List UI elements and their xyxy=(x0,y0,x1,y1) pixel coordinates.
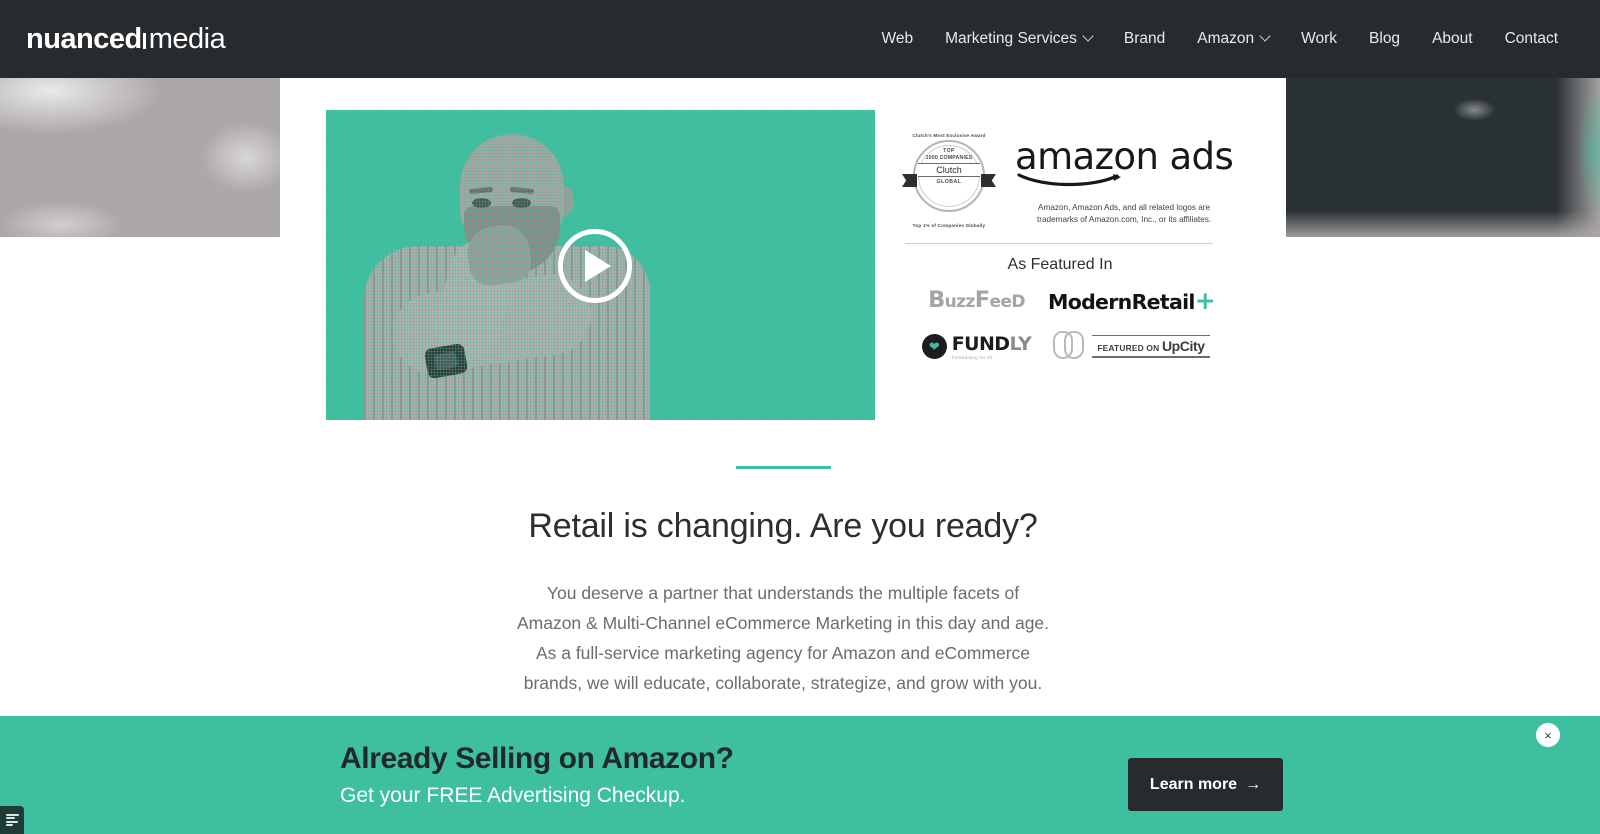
site-logo[interactable]: nuanced media xyxy=(26,22,226,56)
clutch-scope-label: GLOBAL xyxy=(936,179,962,185)
fundly-ly: LY xyxy=(1009,332,1032,355)
intro-line-1: You deserve a partner that understands t… xyxy=(546,583,1020,603)
buzzfeed-ee: ee xyxy=(989,292,1012,313)
clutch-inner-content: TOP 1000 COMPANIES Clutch GLOBAL xyxy=(918,148,980,185)
buzzfeed-logo[interactable]: BuzzFeeD xyxy=(928,287,1025,313)
decorative-left-image xyxy=(0,78,280,237)
promo-banner-title: Already Selling on Amazon? xyxy=(340,742,734,775)
arrow-right-icon: → xyxy=(1245,775,1262,793)
nav-item-brand[interactable]: Brand xyxy=(1108,24,1181,54)
chevron-down-icon xyxy=(1259,30,1271,42)
nav-label-amazon: Amazon xyxy=(1197,30,1255,47)
a11y-bar-2 xyxy=(5,817,15,820)
upcity-prefix: FEATURED ON xyxy=(1097,343,1160,354)
nav-label-brand: Brand xyxy=(1123,30,1166,47)
accessibility-menu-icon xyxy=(5,812,19,828)
clutch-brand-label: Clutch xyxy=(918,163,980,177)
page-root: nuanced media Web Marketing Services Bra… xyxy=(0,0,1600,834)
nav-item-work[interactable]: Work xyxy=(1285,24,1353,54)
modernretail-text: ModernRetail xyxy=(1048,289,1195,314)
clutch-ribbon-left-icon xyxy=(902,174,917,187)
clutch-arc-bottom-text: Top 1% of Companies Globally xyxy=(912,223,986,228)
nav-item-about[interactable]: About xyxy=(1416,24,1489,54)
intro-accent-rule xyxy=(735,466,831,469)
fundly-tagline: Fundraising for All xyxy=(951,354,993,360)
fundly-heart-icon: ❤ xyxy=(921,333,947,359)
buzzfeed-uzz: uzz xyxy=(944,292,976,313)
decorative-right-image xyxy=(1286,78,1600,237)
featured-logo-grid: BuzzFeeD ModernRetail+ ❤ FUNDLY Fundrais… xyxy=(905,285,1216,362)
clutch-arc-top-text: Clutch's Most Exclusive Award xyxy=(912,133,986,138)
amazon-legal-text: Amazon, Amazon Ads, and all related logo… xyxy=(1015,202,1233,227)
nav-label-contact: Contact xyxy=(1504,30,1558,47)
intro-line-4: brands, we will educate, collaborate, st… xyxy=(523,673,1043,694)
close-banner-button[interactable]: × xyxy=(1536,723,1560,747)
fundly-fund: FUND xyxy=(951,332,1010,355)
clutch-award-badge[interactable]: Clutch's Most Exclusive Award TOP 1000 C… xyxy=(902,133,996,228)
fundly-wordmark: FUNDLY Fundraising for All xyxy=(951,332,1032,360)
nav-label-work: Work xyxy=(1301,30,1338,47)
featured-in-heading: As Featured In xyxy=(1007,255,1113,273)
nav-label-marketing-services: Marketing Services xyxy=(945,30,1077,47)
modernretail-logo[interactable]: ModernRetail+ xyxy=(1048,285,1216,315)
amazon-legal-line-1: Amazon, Amazon Ads, and all related logo… xyxy=(1038,203,1211,212)
ads-word: ads xyxy=(1169,135,1234,178)
promo-banner-subtitle: Get your FREE Advertising Checkup. xyxy=(340,783,686,807)
modernretail-plus-icon: + xyxy=(1194,285,1216,315)
buzzfeed-d: D xyxy=(1011,292,1025,313)
fundly-logo[interactable]: ❤ FUNDLY Fundraising for All xyxy=(921,332,1032,360)
nav-item-blog[interactable]: Blog xyxy=(1353,24,1416,54)
intro-paragraph: You deserve a partner that understands t… xyxy=(280,578,1286,698)
intro-section: Retail is changing. Are you ready? You d… xyxy=(280,466,1286,698)
amazon-ads-wordmark: amazon ads xyxy=(1015,135,1234,178)
amazon-smile-icon xyxy=(1017,173,1125,188)
chevron-down-icon xyxy=(1082,30,1094,42)
page-title: Retail is changing. Are you ready? xyxy=(528,507,1038,545)
logo-light-text: media xyxy=(148,22,226,55)
clutch-companies-label: 1000 COMPANIES xyxy=(925,155,973,161)
play-button[interactable] xyxy=(558,229,632,303)
nav-item-contact[interactable]: Contact xyxy=(1489,24,1574,54)
promo-banner-text: Already Selling on Amazon? Get your FREE… xyxy=(340,742,734,808)
upcity-rule-bottom xyxy=(1092,356,1210,358)
nav-label-web: Web xyxy=(881,30,914,47)
promo-banner: Already Selling on Amazon? Get your FREE… xyxy=(0,716,1600,834)
upcity-text-block: FEATURED ON UpCity xyxy=(1092,334,1210,358)
intro-line-3: As a full-service marketing agency for A… xyxy=(535,643,1031,664)
learn-more-button[interactable]: Learn more → xyxy=(1128,758,1283,811)
nav-label-about: About xyxy=(1432,30,1473,47)
fundly-text-row: FUNDLY xyxy=(951,332,1032,355)
site-header: nuanced media Web Marketing Services Bra… xyxy=(0,0,1600,78)
awards-top-row: Clutch's Most Exclusive Award TOP 1000 C… xyxy=(902,128,1234,228)
amazon-legal-line-2: trademarks of Amazon.com, Inc., or its a… xyxy=(1036,215,1212,225)
upcity-caption: FEATURED ON UpCity xyxy=(1092,336,1210,356)
amazon-word: amazon xyxy=(1015,135,1159,178)
nav-item-web[interactable]: Web xyxy=(866,24,930,54)
awards-divider xyxy=(905,242,1213,244)
nav-label-blog: Blog xyxy=(1369,30,1401,47)
a11y-bar-1 xyxy=(5,813,19,816)
clutch-top-label: TOP xyxy=(943,148,955,154)
logo-separator-icon xyxy=(142,32,146,49)
main-navigation: Web Marketing Services Brand Amazon Work… xyxy=(866,24,1575,54)
amazon-ads-logo: amazon ads Amazon, Amazon Ads, and all r… xyxy=(993,128,1234,227)
a11y-bar-3 xyxy=(5,820,18,823)
accessibility-widget-button[interactable] xyxy=(0,806,24,834)
intro-line-2: Amazon & Multi-Channel eCommerce Marketi… xyxy=(516,613,1050,634)
video-thumbnail[interactable] xyxy=(326,110,875,420)
fundly-heart-glyph: ❤ xyxy=(928,338,940,354)
nav-item-amazon[interactable]: Amazon xyxy=(1181,24,1285,54)
upcity-brand: UpCity xyxy=(1161,338,1205,355)
a11y-bar-4 xyxy=(5,824,13,827)
awards-column: Clutch's Most Exclusive Award TOP 1000 C… xyxy=(902,128,1234,362)
upcity-shape-b xyxy=(1064,330,1084,359)
logo-bold-text: nuanced xyxy=(26,22,142,55)
upcity-mark-icon xyxy=(1053,330,1086,362)
play-icon xyxy=(585,250,611,282)
nav-item-marketing-services[interactable]: Marketing Services xyxy=(929,24,1108,54)
buzzfeed-b: B xyxy=(928,287,945,314)
learn-more-label: Learn more xyxy=(1149,775,1238,793)
upcity-logo[interactable]: FEATURED ON UpCity xyxy=(1053,330,1210,362)
buzzfeed-f: F xyxy=(974,287,990,314)
